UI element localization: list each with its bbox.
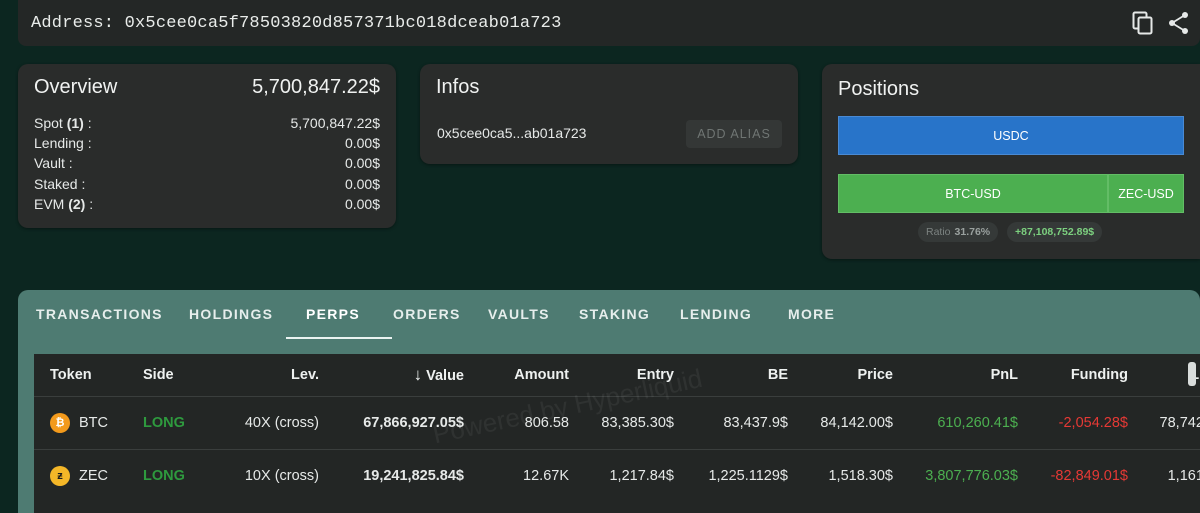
table-row[interactable]: ƶ ZEC LONG 10X (cross) 19,241,825.84$ 12.… xyxy=(34,448,1200,502)
overview-title: Overview xyxy=(34,76,118,98)
scrollbar-thumb[interactable] xyxy=(1188,362,1196,386)
arrow-down-icon: ↓ xyxy=(413,364,423,384)
be-cell: 83,437.9$ xyxy=(682,395,796,449)
position-bar-usdc[interactable]: USDC xyxy=(838,116,1184,155)
token-name: BTC xyxy=(79,414,108,431)
be-cell: 1,225.1129$ xyxy=(682,448,796,502)
overview-value: 0.00$ xyxy=(344,135,380,152)
tab-holdings[interactable]: HOLDINGS xyxy=(189,290,273,339)
pnl-cell: 3,807,776.03$ xyxy=(901,448,1026,502)
price-cell: 84,142.00$ xyxy=(796,395,901,449)
short-address: 0x5cee0ca5...ab01a723 xyxy=(437,125,587,141)
overview-value: 0.00$ xyxy=(344,175,380,192)
funding-cell: -2,054.28$ xyxy=(1026,395,1136,449)
address-bar: Address: 0x5cee0ca5f78503820d857371bc018… xyxy=(18,0,1200,46)
header-funding[interactable]: Funding xyxy=(1026,354,1136,396)
funding-cell: -82,849.01$ xyxy=(1026,448,1136,502)
token-name: ZEC xyxy=(79,467,108,484)
liq-cell: 78,742.2 xyxy=(1136,395,1200,449)
tab-more[interactable]: MORE xyxy=(788,290,835,339)
infos-title: Infos xyxy=(436,76,480,98)
overview-row-evm: EVM (2) : 0.00$ xyxy=(34,194,380,214)
position-bar-btc-usd[interactable]: BTC-USD xyxy=(838,174,1108,213)
add-alias-button[interactable]: ADD ALIAS xyxy=(686,120,782,148)
header-side[interactable]: Side xyxy=(129,354,207,396)
active-tab-indicator xyxy=(286,337,392,339)
overview-row-vault: Vault : 0.00$ xyxy=(34,153,380,173)
side-cell: LONG xyxy=(129,448,207,502)
position-bar-zec-usd[interactable]: ZEC-USD xyxy=(1108,174,1184,213)
value-cell: 67,866,927.05$ xyxy=(327,395,472,449)
header-price[interactable]: Price xyxy=(796,354,901,396)
ratio-chip: Ratio 31.76% xyxy=(918,222,999,242)
header-token[interactable]: Token xyxy=(34,354,129,396)
tab-staking[interactable]: STAKING xyxy=(579,290,650,339)
positions-title: Positions xyxy=(838,78,920,100)
header-pnl[interactable]: PnL xyxy=(901,354,1026,396)
tab-perps[interactable]: PERPS xyxy=(306,290,360,339)
entry-cell: 1,217.84$ xyxy=(577,448,682,502)
share-icon[interactable] xyxy=(1168,11,1190,35)
value-cell: 19,241,825.84$ xyxy=(327,448,472,502)
side-cell: LONG xyxy=(129,395,207,449)
header-be[interactable]: BE xyxy=(682,354,796,396)
pnl-chip: +87,108,752.89$ xyxy=(1007,222,1103,242)
perps-table: Token Side Lev. ↓ Value Amount Entry BE P… xyxy=(34,354,1200,502)
overview-row-staked: Staked : 0.00$ xyxy=(34,174,380,194)
liq-cell: 1,161.0 xyxy=(1136,448,1200,502)
entry-cell: 83,385.30$ xyxy=(577,395,682,449)
tab-lending[interactable]: LENDING xyxy=(680,290,752,339)
overview-total: 5,700,847.22$ xyxy=(252,76,380,98)
address-text: Address: 0x5cee0ca5f78503820d857371bc018… xyxy=(31,13,562,33)
overview-row-spot: Spot (1) : 5,700,847.22$ xyxy=(34,113,380,133)
overview-value: 0.00$ xyxy=(344,155,380,172)
tab-transactions[interactable]: TRANSACTIONS xyxy=(36,290,163,339)
overview-rows: Spot (1) : 5,700,847.22$ Lending : 0.00$… xyxy=(34,113,380,214)
bitcoin-icon: ₿ xyxy=(50,412,70,433)
tab-vaults[interactable]: VAULTS xyxy=(488,290,550,339)
zcash-icon: ƶ xyxy=(50,465,70,486)
pnl-cell: 610,260.41$ xyxy=(901,395,1026,449)
amount-cell: 12.67K xyxy=(472,448,577,502)
header-amount[interactable]: Amount xyxy=(472,354,577,396)
header-lev[interactable]: Lev. xyxy=(207,354,327,396)
infos-card: Infos 0x5cee0ca5...ab01a723 xyxy=(420,64,798,164)
table-header-row: Token Side Lev. ↓ Value Amount Entry BE P… xyxy=(34,354,1200,396)
table-row[interactable]: ₿ BTC LONG 40X (cross) 67,866,927.05$ 806… xyxy=(34,395,1200,449)
perps-panel: TRANSACTIONS HOLDINGS PERPS ORDERS VAULT… xyxy=(18,290,1200,513)
lev-cell: 40X (cross) xyxy=(207,395,327,449)
perps-table-container[interactable]: Token Side Lev. ↓ Value Amount Entry BE P… xyxy=(34,354,1200,513)
overview-card: Overview 5,700,847.22$ Spot (1) : 5,700,… xyxy=(18,64,396,228)
overview-row-lending: Lending : 0.00$ xyxy=(34,133,380,153)
tab-orders[interactable]: ORDERS xyxy=(393,290,461,339)
overview-value: 0.00$ xyxy=(344,195,380,212)
copy-icon[interactable] xyxy=(1132,11,1154,35)
tab-bar: TRANSACTIONS HOLDINGS PERPS ORDERS VAULT… xyxy=(18,290,1200,339)
amount-cell: 806.58 xyxy=(472,395,577,449)
positions-card: Positions USDC BTC-USD ZEC-USD Ratio 31.7… xyxy=(822,64,1200,259)
lev-cell: 10X (cross) xyxy=(207,448,327,502)
price-cell: 1,518.30$ xyxy=(796,448,901,502)
header-value[interactable]: ↓ Value xyxy=(327,354,472,396)
overview-value: 5,700,847.22$ xyxy=(290,115,380,131)
header-entry[interactable]: Entry xyxy=(577,354,682,396)
